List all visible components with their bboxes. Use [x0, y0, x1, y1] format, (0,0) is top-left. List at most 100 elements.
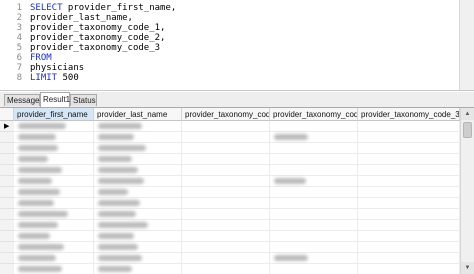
table-cell[interactable] — [270, 220, 358, 231]
table-cell[interactable] — [270, 187, 358, 198]
row-header[interactable] — [0, 187, 14, 198]
row-header[interactable] — [0, 143, 14, 154]
row-header[interactable] — [0, 132, 14, 143]
row-header[interactable] — [0, 176, 14, 187]
table-cell[interactable] — [94, 253, 182, 264]
table-cell[interactable] — [94, 121, 182, 132]
scroll-up-icon[interactable]: ▲ — [461, 108, 474, 120]
column-header-provider-taxonomy-code-1[interactable]: provider_taxonomy_code_1 — [182, 108, 270, 121]
table-cell[interactable] — [14, 165, 94, 176]
column-header-provider-first-name[interactable]: provider_first_name — [14, 108, 94, 121]
table-cell[interactable] — [14, 231, 94, 242]
table-cell[interactable] — [14, 209, 94, 220]
table-cell[interactable] — [182, 198, 270, 209]
row-header[interactable] — [0, 253, 14, 264]
table-cell[interactable] — [270, 264, 358, 274]
table-cell[interactable] — [182, 176, 270, 187]
table-cell[interactable] — [358, 187, 460, 198]
row-header[interactable] — [0, 209, 14, 220]
table-cell[interactable] — [94, 187, 182, 198]
table-cell[interactable] — [182, 231, 270, 242]
table-cell[interactable] — [14, 143, 94, 154]
table-cell[interactable] — [94, 165, 182, 176]
table-cell[interactable] — [14, 242, 94, 253]
table-cell[interactable] — [270, 231, 358, 242]
row-header[interactable] — [0, 242, 14, 253]
table-cell[interactable] — [182, 121, 270, 132]
table-cell[interactable] — [182, 242, 270, 253]
table-cell[interactable] — [358, 231, 460, 242]
row-header[interactable] — [0, 165, 14, 176]
table-cell[interactable] — [270, 198, 358, 209]
table-cell[interactable] — [94, 264, 182, 274]
table-cell[interactable] — [14, 132, 94, 143]
redacted-value — [98, 266, 132, 272]
table-cell[interactable] — [94, 220, 182, 231]
table-cell[interactable] — [270, 253, 358, 264]
table-cell[interactable] — [94, 176, 182, 187]
table-cell[interactable] — [358, 121, 460, 132]
column-header-provider-taxonomy-code-3[interactable]: provider_taxonomy_code_3 — [358, 108, 460, 121]
table-cell[interactable] — [182, 165, 270, 176]
row-header[interactable] — [0, 154, 14, 165]
table-cell[interactable] — [358, 143, 460, 154]
table-cell[interactable] — [14, 253, 94, 264]
table-cell[interactable] — [94, 242, 182, 253]
table-cell[interactable] — [358, 209, 460, 220]
table-cell[interactable] — [358, 253, 460, 264]
table-cell[interactable] — [270, 165, 358, 176]
column-header-provider-last-name[interactable]: provider_last_name — [94, 108, 182, 121]
row-header[interactable] — [0, 220, 14, 231]
tab-message[interactable]: Message — [4, 94, 40, 106]
table-cell[interactable] — [14, 264, 94, 274]
sql-editor[interactable]: 1 SELECT provider_first_name, 2 provider_la… — [0, 0, 474, 91]
table-cell[interactable] — [182, 220, 270, 231]
grid-vertical-scrollbar[interactable]: ▲ ▼ — [460, 108, 474, 274]
table-cell[interactable] — [270, 121, 358, 132]
table-cell[interactable] — [270, 154, 358, 165]
table-cell[interactable] — [182, 154, 270, 165]
table-cell[interactable] — [94, 154, 182, 165]
scroll-down-icon[interactable]: ▼ — [461, 262, 474, 274]
table-cell[interactable] — [358, 165, 460, 176]
table-cell[interactable] — [14, 220, 94, 231]
row-header[interactable] — [0, 264, 14, 274]
table-cell[interactable] — [270, 132, 358, 143]
table-cell[interactable] — [14, 154, 94, 165]
table-cell[interactable] — [182, 264, 270, 274]
table-cell[interactable] — [358, 132, 460, 143]
editor-scrollbar[interactable] — [459, 0, 474, 90]
table-cell[interactable] — [182, 143, 270, 154]
tab-result1[interactable]: Result1 — [40, 92, 70, 107]
row-header[interactable] — [0, 198, 14, 209]
table-cell[interactable] — [270, 176, 358, 187]
row-header[interactable] — [0, 231, 14, 242]
table-cell[interactable] — [182, 187, 270, 198]
table-cell[interactable] — [358, 176, 460, 187]
table-cell[interactable] — [94, 198, 182, 209]
table-cell[interactable] — [270, 242, 358, 253]
table-cell[interactable] — [270, 209, 358, 220]
table-cell[interactable] — [94, 231, 182, 242]
results-grid[interactable]: provider_first_name provider_last_name p… — [0, 108, 474, 274]
table-cell[interactable] — [94, 143, 182, 154]
table-cell[interactable] — [182, 132, 270, 143]
table-cell[interactable] — [182, 253, 270, 264]
table-cell[interactable] — [94, 132, 182, 143]
grid-scroll-thumb[interactable] — [463, 122, 472, 138]
table-cell[interactable] — [14, 187, 94, 198]
row-header[interactable]: ▶ — [0, 121, 14, 132]
column-header-provider-taxonomy-code-2[interactable]: provider_taxonomy_code_2 — [270, 108, 358, 121]
table-cell[interactable] — [14, 176, 94, 187]
table-cell[interactable] — [358, 220, 460, 231]
table-cell[interactable] — [182, 209, 270, 220]
table-cell[interactable] — [358, 154, 460, 165]
table-cell[interactable] — [358, 264, 460, 274]
table-cell[interactable] — [270, 143, 358, 154]
table-cell[interactable] — [14, 198, 94, 209]
table-cell[interactable] — [14, 121, 94, 132]
table-cell[interactable] — [358, 198, 460, 209]
table-cell[interactable] — [358, 242, 460, 253]
table-cell[interactable] — [94, 209, 182, 220]
tab-status[interactable]: Status — [70, 94, 97, 106]
